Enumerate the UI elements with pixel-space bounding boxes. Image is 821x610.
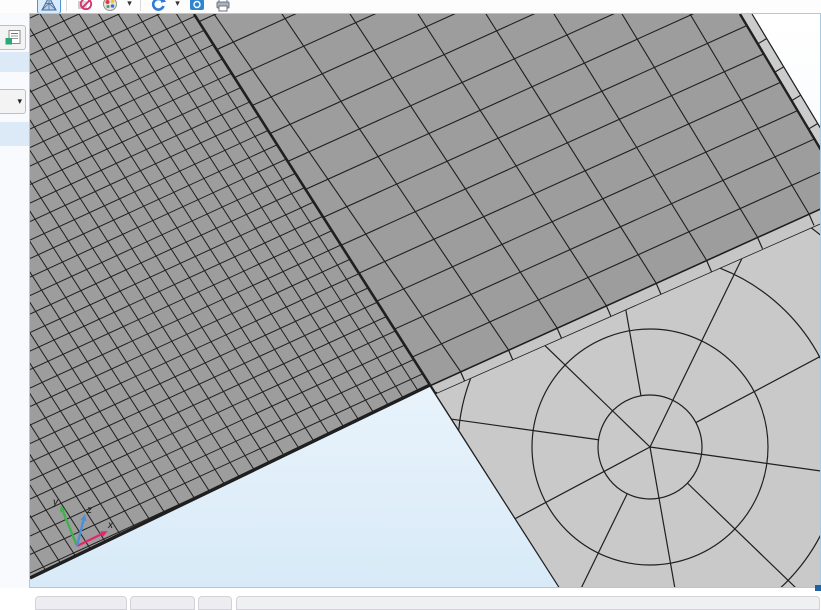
chevron-down-icon: ▾ (127, 0, 132, 8)
triad-label-x: x (107, 520, 114, 531)
highlight-band (0, 52, 29, 72)
image-snapshot-button[interactable] (185, 0, 209, 13)
no-entry-icon (75, 0, 93, 13)
printer-icon (214, 0, 232, 13)
mesh-plot-icon (40, 0, 58, 13)
application-window: ▾ ▾ (0, 0, 821, 602)
print-button[interactable] (211, 0, 235, 13)
highlight-band (0, 122, 29, 146)
graphics-toolbar: ▾ ▾ (0, 0, 821, 13)
refresh-view-button[interactable] (146, 0, 170, 13)
triad-label-y: y (52, 497, 59, 508)
settings-panel-sliver: ▾ (0, 13, 29, 602)
partial-button-1[interactable] (35, 596, 127, 610)
refresh-dropdown-button[interactable]: ▾ (172, 0, 183, 13)
graphics-canvas[interactable]: x y z (29, 13, 821, 588)
report-button[interactable] (0, 25, 26, 50)
toolbar-button-row: ▾ ▾ (36, 0, 236, 13)
chevron-down-icon: ▾ (17, 96, 22, 107)
mesh-plot-button[interactable] (37, 0, 61, 13)
toolbar-separator (66, 0, 67, 11)
triad-label-z: z (86, 505, 92, 516)
partial-button-3[interactable] (198, 596, 232, 610)
toolbar-separator (140, 0, 141, 11)
corner-accent (815, 585, 821, 591)
partial-field[interactable] (236, 596, 820, 610)
disable-button[interactable] (72, 0, 96, 13)
palette-dropdown-button[interactable]: ▾ (124, 0, 135, 13)
camera-icon (188, 0, 206, 13)
report-icon (5, 29, 22, 46)
mesh-scene: x y z (30, 14, 820, 587)
palette-icon (101, 0, 119, 13)
chevron-down-icon: ▾ (175, 0, 180, 8)
lower-panel (0, 588, 821, 602)
refresh-icon (149, 0, 167, 13)
partial-button-2[interactable] (130, 596, 195, 610)
dropdown-button[interactable]: ▾ (0, 89, 26, 114)
color-palette-button[interactable] (98, 0, 122, 13)
